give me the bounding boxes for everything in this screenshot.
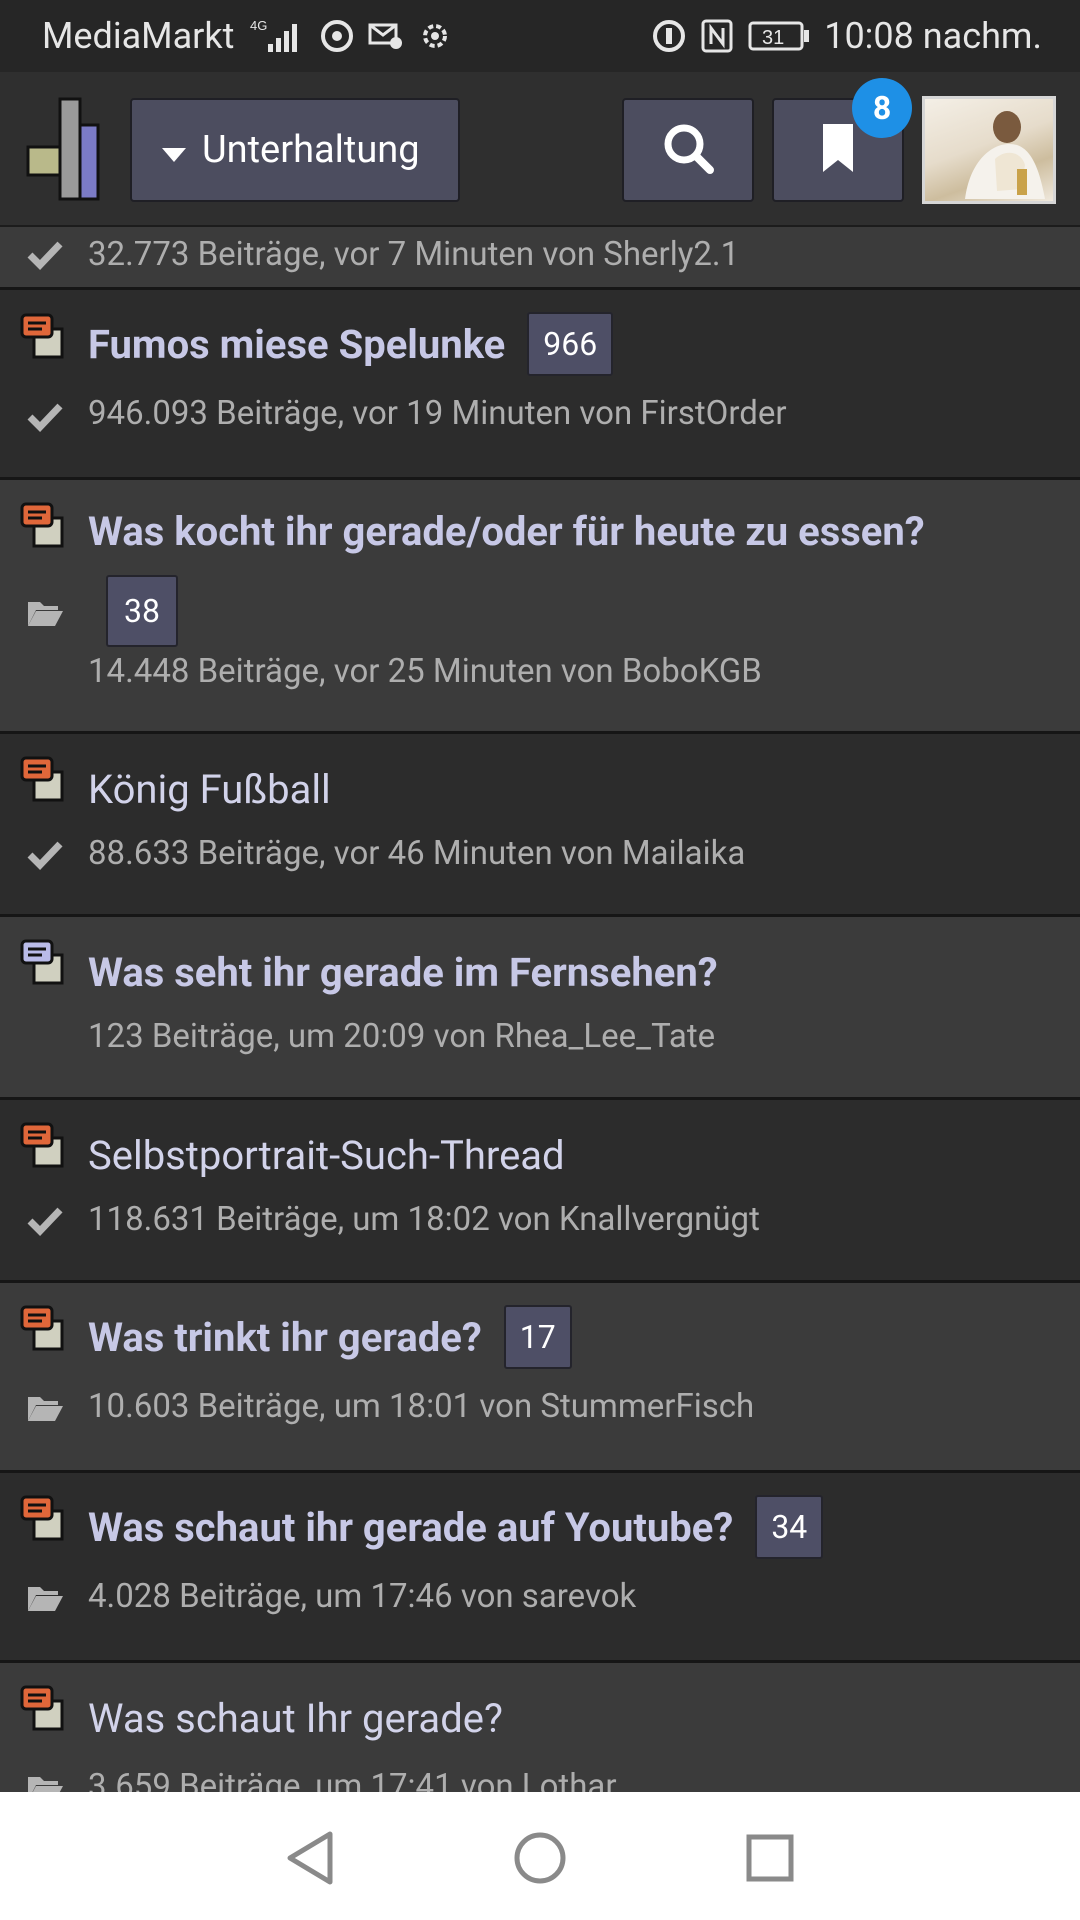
topic-row[interactable]: Was trinkt ihr gerade? 17 10.603 Beiträg… <box>0 1283 1080 1473</box>
topic-title[interactable]: Was kocht ihr gerade/oder für heute zu e… <box>88 508 925 555</box>
chrome-icon <box>320 19 354 53</box>
topic-title[interactable]: Was schaut ihr gerade auf Youtube? <box>88 1504 733 1551</box>
topic-title[interactable]: Fumos miese Spelunke <box>88 321 505 368</box>
search-icon <box>662 122 714 178</box>
topic-meta: 14.448 Beiträge, vor 25 Minuten von Bobo… <box>88 652 762 691</box>
check-icon <box>26 840 64 871</box>
caret-down-icon <box>162 128 186 172</box>
check-icon <box>26 240 64 271</box>
app-header: Unterhaltung 8 <box>0 72 1080 227</box>
search-button[interactable] <box>622 98 754 202</box>
topic-meta: 123 Beiträge, um 20:09 von Rhea_Lee_Tate <box>88 1017 716 1056</box>
home-circle-icon <box>514 1832 566 1884</box>
check-icon <box>26 1206 64 1237</box>
topic-meta: 3.659 Beiträge, um 17:41 von Lothar <box>88 1767 617 1792</box>
topic-row[interactable]: Was schaut ihr gerade auf Youtube? 34 4.… <box>0 1473 1080 1663</box>
topic-meta: 10.603 Beiträge, um 18:01 von StummerFis… <box>88 1387 755 1426</box>
status-bar: MediaMarkt 4G 31 10:08 nachm. <box>0 0 1080 72</box>
back-button[interactable] <box>280 1828 340 1888</box>
nfc-icon <box>700 18 734 54</box>
gear-icon <box>418 19 452 53</box>
topic-title[interactable]: Was trinkt ihr gerade? <box>88 1314 482 1361</box>
category-label: Unterhaltung <box>202 128 420 172</box>
topic-meta: 88.633 Beiträge, vor 46 Minuten von Mail… <box>88 834 746 873</box>
topic-meta: 946.093 Beiträge, vor 19 Minuten von Fir… <box>88 394 787 433</box>
signal-icon: 4G <box>248 18 306 54</box>
chat-lavender-icon <box>20 939 66 987</box>
chat-orange-icon <box>20 1122 66 1170</box>
recents-button[interactable] <box>740 1828 800 1888</box>
unread-count[interactable]: 34 <box>755 1495 824 1559</box>
topic-row[interactable]: 32.773 Beiträge, vor 7 Minuten von Sherl… <box>0 227 1080 290</box>
unread-count[interactable]: 966 <box>527 312 614 376</box>
carrier-name: MediaMarkt <box>42 15 235 57</box>
clock: 10:08 nachm. <box>824 15 1042 57</box>
topic-list: 32.773 Beiträge, vor 7 Minuten von Sherl… <box>0 227 1080 1792</box>
data-saver-icon <box>652 19 686 53</box>
topic-meta: 118.631 Beiträge, um 18:02 von Knallverg… <box>88 1200 760 1239</box>
folder-icon <box>26 598 64 628</box>
chat-orange-icon <box>20 502 66 550</box>
bookmark-count-badge: 8 <box>852 78 912 138</box>
network-type: 4G <box>250 18 267 33</box>
chat-orange-icon <box>20 1305 66 1353</box>
topic-meta: 4.028 Beiträge, um 17:46 von sarevok <box>88 1577 637 1616</box>
folder-icon <box>26 1773 64 1792</box>
topic-title[interactable]: König Fußball <box>88 766 331 813</box>
home-button[interactable] <box>510 1828 570 1888</box>
bookmark-icon <box>823 124 853 176</box>
site-logo[interactable] <box>26 97 102 201</box>
topic-row[interactable]: Was schaut Ihr gerade? 3.659 Beiträge, u… <box>0 1663 1080 1792</box>
chat-orange-icon <box>20 1495 66 1543</box>
topic-row[interactable]: Was seht ihr gerade im Fernsehen? 123 Be… <box>0 917 1080 1100</box>
folder-icon <box>26 1583 64 1613</box>
topic-row[interactable]: Selbstportrait-Such-Thread 118.631 Beitr… <box>0 1100 1080 1283</box>
back-triangle-icon <box>287 1831 333 1885</box>
topic-meta: 32.773 Beiträge, vor 7 Minuten von Sherl… <box>88 235 740 274</box>
topic-title[interactable]: Selbstportrait-Such-Thread <box>88 1132 565 1179</box>
chat-orange-icon <box>20 756 66 804</box>
folder-icon <box>26 1393 64 1423</box>
check-icon <box>26 402 64 433</box>
unread-count[interactable]: 17 <box>503 1305 572 1369</box>
topic-row[interactable]: Fumos miese Spelunke 966 946.093 Beiträg… <box>0 290 1080 480</box>
chat-orange-icon <box>20 1685 66 1733</box>
chat-orange-icon <box>20 313 66 361</box>
category-dropdown[interactable]: Unterhaltung <box>130 98 460 202</box>
system-nav-bar <box>0 1792 1080 1920</box>
unread-count[interactable]: 38 <box>106 575 178 647</box>
battery-icon: 31 <box>748 20 810 52</box>
mail-settings-icon <box>368 21 404 51</box>
battery-level: 31 <box>762 27 784 49</box>
user-avatar[interactable] <box>922 96 1056 204</box>
recents-square-icon <box>746 1834 794 1882</box>
topic-title[interactable]: Was seht ihr gerade im Fernsehen? <box>88 949 718 996</box>
topic-row[interactable]: Was kocht ihr gerade/oder für heute zu e… <box>0 480 1080 734</box>
topic-title[interactable]: Was schaut Ihr gerade? <box>88 1695 503 1742</box>
topic-row[interactable]: König Fußball 88.633 Beiträge, vor 46 Mi… <box>0 734 1080 917</box>
